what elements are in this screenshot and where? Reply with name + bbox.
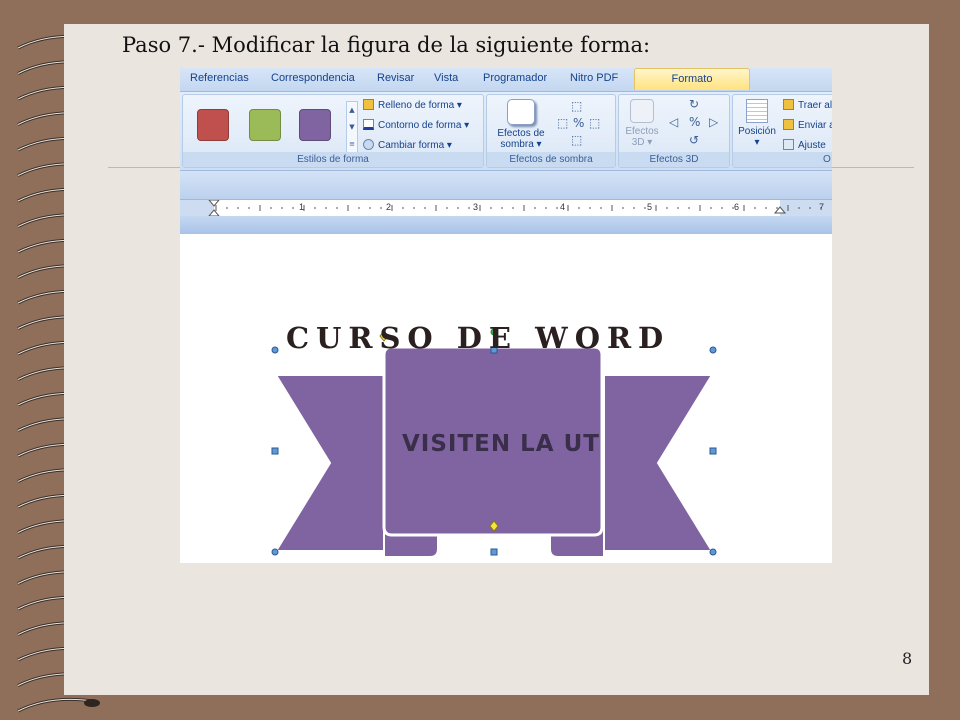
change-shape-icon	[363, 139, 374, 150]
tilt-down-icon[interactable]: ↺	[689, 133, 699, 147]
3d-effects-label-line1: Efectos	[625, 126, 659, 137]
paint-bucket-icon	[363, 99, 374, 110]
group-3d-effects: Efectos 3D ▾ ↻ ◁ % ▷ ↺ Efectos 3D	[618, 94, 730, 168]
ruler-number: 1	[299, 202, 305, 212]
shadow-toggle-icon[interactable]: %	[573, 116, 584, 130]
change-shape-button[interactable]: Cambiar forma ▾	[363, 139, 452, 151]
selection-handle	[271, 548, 279, 556]
toolbar-strip	[180, 171, 832, 199]
ruler-number: 7	[819, 202, 825, 212]
ribbon-tabs: Referencias Correspondencia Revisar Vist…	[180, 68, 832, 92]
tab-referencias[interactable]: Referencias	[190, 72, 249, 84]
shadow-nudge-down-icon[interactable]: ⬚	[571, 133, 582, 147]
tab-vista[interactable]: Vista	[434, 72, 458, 84]
right-indent-marker-icon[interactable]	[774, 204, 786, 214]
shadow-effects-icon	[507, 99, 535, 125]
selection-handle	[709, 548, 717, 556]
pen-outline-icon	[363, 119, 374, 130]
selection-handle	[271, 346, 279, 354]
bring-forward-button[interactable]: Traer al	[783, 99, 832, 111]
indent-marker-icon[interactable]	[208, 200, 220, 216]
style-swatch-purple[interactable]	[299, 109, 331, 141]
document-page[interactable]: CURSO DE WORD VISITEN LA UT	[180, 235, 832, 563]
text-wrap-icon	[783, 139, 794, 150]
selection-handle	[490, 548, 498, 556]
ribbon: ▲ ▼ ≡ Relleno de forma ▾ Contorno de forma…	[180, 92, 832, 171]
selection-handle	[271, 447, 279, 455]
change-shape-label: Cambiar forma	[378, 140, 445, 151]
tab-formato[interactable]: Formato	[634, 68, 750, 90]
arrange-group-label: O	[733, 152, 832, 167]
ribbon-banner-shape[interactable]	[180, 235, 832, 563]
document-heading: CURSO DE WORD	[286, 321, 671, 355]
style-swatch-red[interactable]	[197, 109, 229, 141]
tab-revisar[interactable]: Revisar	[377, 72, 414, 84]
style-swatch-green[interactable]	[249, 109, 281, 141]
3d-toggle-icon[interactable]: %	[689, 115, 700, 129]
tab-programador[interactable]: Programador	[483, 72, 547, 84]
send-backward-button[interactable]: Enviar a	[783, 119, 832, 131]
3d-effects-label-line2: 3D	[631, 137, 645, 148]
slide-title: Paso 7.- Modificar la figura de la sigui…	[122, 33, 651, 57]
bring-forward-icon	[783, 99, 794, 110]
ruler-bottom-strip	[180, 216, 832, 234]
shadow-nudge-left-icon[interactable]: ⬚	[557, 116, 568, 130]
group-shape-styles: ▲ ▼ ≡ Relleno de forma ▾ Contorno de forma…	[182, 94, 484, 168]
position-icon	[746, 99, 768, 123]
spiral-coil	[17, 697, 93, 713]
group-shadow-effects: Efectos de sombra ▾ ⬚ ⬚ % ⬚ ⬚ Efectos de…	[486, 94, 616, 168]
shadow-effects-group-label: Efectos de sombra	[487, 152, 615, 167]
tilt-left-icon[interactable]: ◁	[669, 115, 678, 129]
send-backward-icon	[783, 119, 794, 130]
tab-correspondencia[interactable]: Correspondencia	[271, 72, 355, 84]
tab-nitro-pdf[interactable]: Nitro PDF	[570, 72, 618, 84]
group-arrange: Posición ▾ Traer al Enviar a Ajuste O	[732, 94, 832, 168]
3d-effects-group-label: Efectos 3D	[619, 152, 729, 167]
selection-handle	[709, 447, 717, 455]
ruler-number: 5	[647, 202, 653, 212]
shadow-nudge-up-icon[interactable]: ⬚	[571, 99, 582, 113]
send-backward-label: Enviar a	[798, 120, 832, 131]
shape-outline-button[interactable]: Contorno de forma ▾	[363, 119, 469, 131]
position-button[interactable]: Posición ▾	[735, 99, 779, 148]
shadow-effects-label-line1: Efectos de	[497, 128, 545, 139]
tilt-right-icon[interactable]: ▷	[709, 115, 718, 129]
shape-fill-button[interactable]: Relleno de forma ▾	[363, 99, 462, 111]
ruler-number: 6	[734, 202, 740, 212]
banner-right-tail	[603, 374, 714, 552]
shape-fill-label: Relleno de forma	[378, 100, 455, 111]
position-label: Posición	[738, 126, 776, 137]
horizontal-ruler[interactable]: 1 2 3 4 5 6 7	[180, 199, 832, 217]
ruler-number: 2	[386, 202, 392, 212]
shadow-nudge-right-icon[interactable]: ⬚	[589, 116, 600, 130]
shadow-effects-button[interactable]: Efectos de sombra ▾	[493, 99, 549, 150]
text-wrap-button[interactable]: Ajuste	[783, 139, 826, 151]
shape-styles-label: Estilos de forma	[183, 152, 483, 167]
shadow-effects-label-line2: sombra	[500, 139, 534, 150]
bring-forward-label: Traer al	[798, 100, 832, 111]
text-wrap-label: Ajuste	[798, 140, 826, 151]
ruler-number: 4	[560, 202, 566, 212]
ruler-number: 3	[473, 202, 479, 212]
tilt-up-icon[interactable]: ↻	[689, 97, 699, 111]
3d-cube-icon	[630, 99, 654, 123]
banner-text: VISITEN LA UT	[402, 431, 600, 457]
word-screenshot: Referencias Correspondencia Revisar Vist…	[180, 68, 832, 563]
3d-effects-button[interactable]: Efectos 3D ▾	[621, 99, 663, 148]
styles-gallery-scroll[interactable]: ▲ ▼ ≡	[346, 101, 358, 153]
spiral-hole	[84, 699, 100, 707]
page-number: 8	[902, 649, 913, 668]
shape-outline-label: Contorno de forma	[378, 120, 462, 131]
banner-left-tail	[274, 374, 385, 552]
selection-handle	[709, 346, 717, 354]
